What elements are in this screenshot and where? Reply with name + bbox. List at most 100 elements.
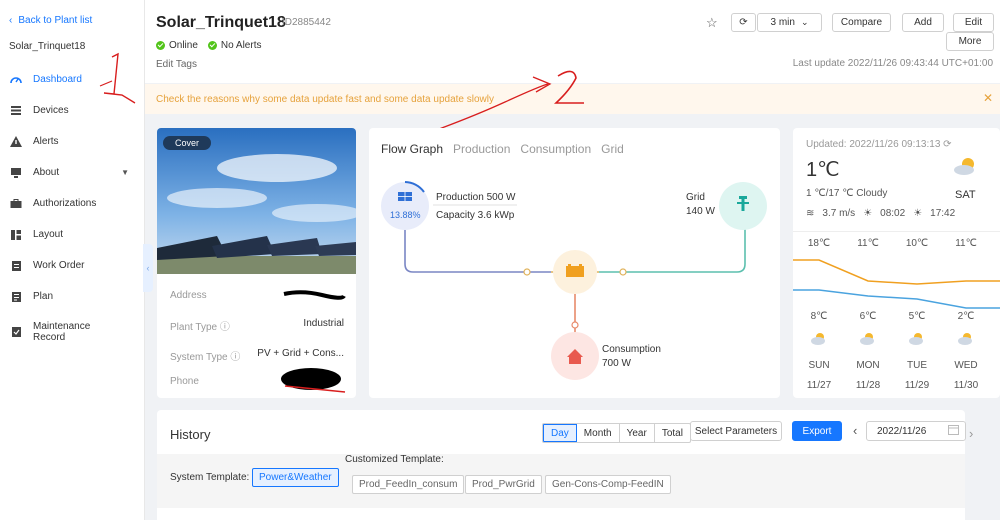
partly-cloudy-icon bbox=[958, 333, 972, 345]
forecast-date: 11/30 bbox=[953, 380, 979, 391]
chevron-down-icon: ⌄ bbox=[800, 17, 809, 27]
check-circle-icon bbox=[207, 41, 217, 50]
temperature-range: 1 ℃/17 ℃ Cloudy bbox=[806, 188, 888, 199]
date-picker[interactable]: 2022/11/26 bbox=[866, 421, 966, 441]
authorization-icon bbox=[9, 197, 23, 211]
system-type-row: System Type ⓘ PV + Grid + Cons... bbox=[170, 348, 344, 363]
period-year[interactable]: Year bbox=[620, 424, 655, 442]
sidebar-plant-name: Solar_Trinquet18 bbox=[9, 41, 86, 52]
forecast-low: 5℃ bbox=[908, 311, 926, 322]
forecast-high: 11℃ bbox=[955, 238, 977, 249]
template-prod-feedin-consum[interactable]: Prod_FeedIn_consum bbox=[352, 475, 465, 494]
layout-icon bbox=[9, 228, 23, 242]
sidebar-item-layout[interactable]: Layout bbox=[0, 219, 145, 250]
devices-icon bbox=[9, 104, 23, 118]
forecast-high: 10℃ bbox=[905, 238, 929, 249]
select-parameters-button[interactable]: Select Parameters bbox=[690, 421, 782, 441]
period-total[interactable]: Total bbox=[655, 424, 690, 442]
sidebar-item-authorizations[interactable]: Authorizations bbox=[0, 188, 145, 219]
flow-graph-card: Flow Graph Production Consumption Grid 1… bbox=[369, 128, 780, 398]
edit-button[interactable]: Edit bbox=[953, 13, 994, 32]
notice-banner: Check the reasons why some data update f… bbox=[145, 84, 1000, 114]
forecast-low: 6℃ bbox=[859, 311, 877, 322]
refresh-interval-select[interactable]: 3 min ⌄ bbox=[757, 13, 822, 32]
grid-value: 140 W bbox=[686, 206, 715, 217]
compare-button[interactable]: Compare bbox=[832, 13, 891, 32]
sidebar-item-alerts[interactable]: Alerts bbox=[0, 126, 145, 157]
sidebar-item-plan[interactable]: Plan bbox=[0, 281, 145, 312]
sidebar-item-dashboard[interactable]: Dashboard bbox=[0, 64, 145, 95]
flow-diagram bbox=[381, 181, 767, 380]
page-title: Solar_Trinquet18 bbox=[156, 14, 286, 31]
help-icon[interactable]: ⓘ bbox=[230, 352, 240, 363]
chevron-right-icon[interactable]: › bbox=[969, 426, 973, 441]
temperature-curves bbox=[793, 259, 1000, 309]
partly-cloudy-icon bbox=[954, 158, 974, 175]
history-panel: History Day Month Year Total Select Para… bbox=[157, 410, 966, 520]
sidebar-item-maintenance-record[interactable]: Maintenance Record bbox=[0, 312, 145, 352]
forecast-day: WED bbox=[954, 360, 978, 371]
sidebar-item-work-order[interactable]: Work Order bbox=[0, 250, 145, 281]
current-day: SAT bbox=[955, 189, 976, 201]
forecast-low: 2℃ bbox=[957, 311, 975, 322]
plant-status: Online No Alerts bbox=[156, 40, 261, 51]
grid-label: Grid bbox=[686, 192, 705, 203]
check-circle-icon bbox=[156, 41, 165, 50]
wind-icon: ≋ bbox=[806, 208, 815, 219]
plant-id: ID2885442 bbox=[282, 17, 331, 28]
customized-template-label: Customized Template: bbox=[345, 454, 444, 465]
sidebar: ‹ Back to Plant list Solar_Trinquet18 Da… bbox=[0, 0, 145, 520]
consumption-value: 700 W bbox=[602, 358, 631, 369]
maintenance-icon bbox=[9, 325, 23, 339]
capacity-value: Capacity 3.6 kWp bbox=[436, 210, 515, 221]
online-status: Online bbox=[156, 40, 198, 51]
more-button[interactable]: More bbox=[946, 32, 994, 51]
template-gen-cons-comp-feedin[interactable]: Gen-Cons-Comp-FeedIN bbox=[545, 475, 671, 494]
notice-text[interactable]: Check the reasons why some data update f… bbox=[156, 94, 494, 105]
forecast-high: 18℃ bbox=[807, 238, 831, 249]
weather-updated: Updated: 2022/11/26 09:13:13 ⟳ bbox=[806, 139, 952, 150]
low-temperature-line bbox=[793, 289, 1000, 309]
redaction-scribble bbox=[283, 290, 346, 300]
template-power-weather[interactable]: Power&Weather bbox=[252, 468, 339, 487]
high-temperature-line bbox=[793, 259, 1000, 285]
partly-cloudy-icon bbox=[860, 333, 874, 345]
last-update: Last update 2022/11/26 09:43:44 UTC+01:0… bbox=[792, 58, 993, 69]
sidebar-item-devices[interactable]: Devices bbox=[0, 95, 145, 126]
forecast-day: MON bbox=[856, 360, 880, 371]
add-button[interactable]: Add bbox=[902, 13, 944, 32]
forecast-date: 11/27 bbox=[806, 380, 832, 391]
chevron-left-icon[interactable]: ‹ bbox=[853, 423, 857, 438]
calendar-icon bbox=[948, 424, 959, 438]
edit-tags-link[interactable]: Edit Tags bbox=[156, 59, 197, 70]
dashboard-icon bbox=[9, 73, 23, 87]
work-order-icon bbox=[9, 259, 23, 273]
forecast-date: 11/28 bbox=[855, 380, 881, 391]
chevron-left-icon: ‹ bbox=[146, 263, 150, 273]
close-icon[interactable]: ✕ bbox=[983, 91, 993, 105]
template-prod-pwrgrid[interactable]: Prod_PwrGrid bbox=[465, 475, 542, 494]
star-icon[interactable]: ☆ bbox=[706, 15, 718, 31]
plan-icon bbox=[9, 290, 23, 304]
system-template-label: System Template: bbox=[170, 472, 250, 483]
forecast-day: TUE bbox=[907, 360, 927, 371]
refresh-button[interactable]: ⟳ bbox=[731, 13, 756, 32]
plant-cover-image: Cover bbox=[157, 128, 356, 274]
sidebar-collapse-handle[interactable]: ‹ bbox=[143, 244, 153, 292]
weather-card: Updated: 2022/11/26 09:13:13 ⟳ 1℃ SAT 1 … bbox=[793, 128, 1000, 398]
plant-type-row: Plant Type ⓘ Industrial bbox=[170, 318, 344, 333]
sidebar-item-about[interactable]: About ▼ bbox=[0, 157, 145, 188]
history-title: History bbox=[170, 427, 211, 442]
refresh-icon[interactable]: ⟳ bbox=[943, 139, 951, 150]
export-button[interactable]: Export bbox=[792, 421, 842, 441]
back-to-plant-list-link[interactable]: ‹ Back to Plant list bbox=[9, 15, 92, 26]
caret-down-icon[interactable]: ▼ bbox=[121, 168, 129, 177]
period-day[interactable]: Day bbox=[543, 424, 577, 442]
forecast-day: SUN bbox=[808, 360, 830, 371]
forecast-high: 11℃ bbox=[857, 238, 879, 249]
help-icon[interactable]: ⓘ bbox=[220, 322, 230, 333]
production-value: Production 500 W bbox=[436, 192, 516, 203]
about-icon bbox=[9, 166, 23, 180]
period-month[interactable]: Month bbox=[577, 424, 620, 442]
sidebar-nav: Dashboard Devices Alerts About ▼ Authori… bbox=[0, 64, 145, 352]
